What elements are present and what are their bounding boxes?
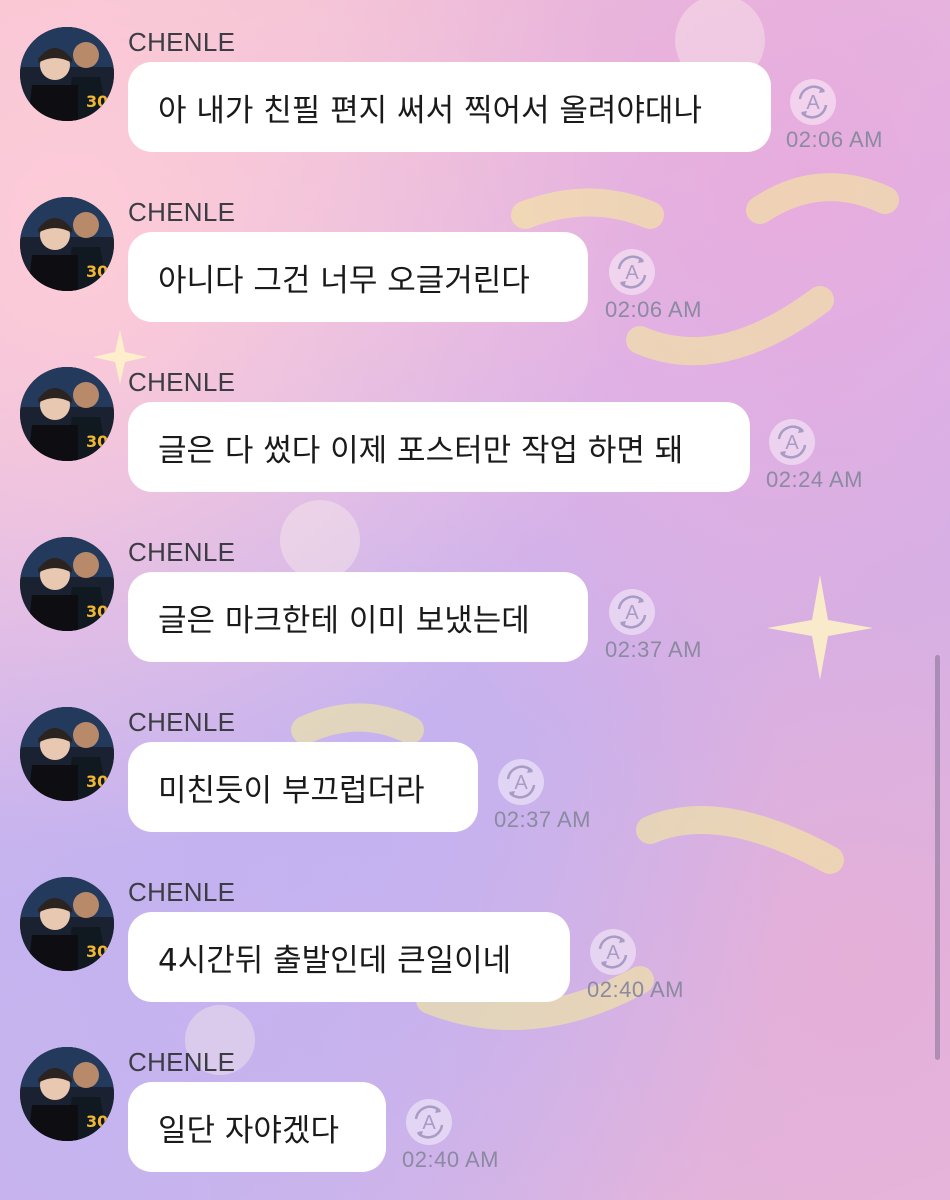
avatar[interactable]: 30 (20, 1047, 114, 1141)
chat-message: 30 CHENLE 일단 자야겠다 A 02:40 AM (0, 1047, 950, 1197)
message-timestamp: 02:37 AM (494, 807, 591, 832)
message-bubble[interactable]: 아 내가 친필 편지 써서 찍어서 올려야대나 (128, 62, 771, 152)
message-bubble[interactable]: 미친듯이 부끄럽더라 (128, 742, 478, 832)
sender-name: CHENLE (128, 197, 236, 227)
chat-message: 30 CHENLE 4시간뒤 출발인데 큰일이네 A 02:40 AM (0, 877, 950, 1027)
avatar[interactable]: 30 (20, 537, 114, 631)
message-bubble[interactable]: 4시간뒤 출발인데 큰일이네 (128, 912, 570, 1002)
svg-text:A: A (785, 432, 799, 454)
sender-name: CHENLE (128, 877, 236, 907)
chat-message: 30 CHENLE 아 내가 친필 편지 써서 찍어서 올려야대나 A 02:0… (0, 27, 950, 177)
svg-text:A: A (606, 942, 620, 964)
message-text: 아 내가 친필 편지 써서 찍어서 올려야대나 (158, 92, 702, 129)
sender-name: CHENLE (128, 537, 236, 567)
message-timestamp: 02:37 AM (605, 637, 702, 662)
svg-text:A: A (806, 92, 820, 114)
message-text: 일단 자야겠다 (158, 1112, 339, 1149)
sender-name: CHENLE (128, 1047, 236, 1077)
auto-translate-icon[interactable]: A (767, 417, 817, 467)
auto-translate-icon[interactable]: A (404, 1097, 454, 1147)
message-bubble[interactable]: 일단 자야겠다 (128, 1082, 386, 1172)
sender-name: CHENLE (128, 367, 236, 397)
auto-translate-icon[interactable]: A (588, 927, 638, 977)
svg-text:30: 30 (86, 432, 108, 451)
avatar[interactable]: 30 (20, 27, 114, 121)
svg-text:30: 30 (86, 1112, 108, 1131)
svg-text:30: 30 (86, 602, 108, 621)
sender-name: CHENLE (128, 27, 236, 57)
sender-name: CHENLE (128, 707, 236, 737)
avatar[interactable]: 30 (20, 197, 114, 291)
message-timestamp: 02:06 AM (605, 297, 702, 322)
message-bubble[interactable]: 글은 마크한테 이미 보냈는데 (128, 572, 588, 662)
message-timestamp: 02:40 AM (587, 977, 684, 1002)
svg-text:30: 30 (86, 92, 108, 111)
message-text: 아니다 그건 너무 오글거린다 (158, 262, 530, 299)
svg-text:A: A (625, 262, 639, 284)
chat-message: 30 CHENLE 미친듯이 부끄럽더라 A 02:37 AM (0, 707, 950, 857)
message-bubble[interactable]: 글은 다 썼다 이제 포스터만 작업 하면 돼 (128, 402, 750, 492)
message-timestamp: 02:06 AM (786, 127, 883, 152)
auto-translate-icon[interactable]: A (496, 757, 546, 807)
svg-text:A: A (514, 772, 528, 794)
svg-text:A: A (625, 602, 639, 624)
message-text: 4시간뒤 출발인데 큰일이네 (158, 942, 512, 979)
svg-text:30: 30 (86, 772, 108, 791)
auto-translate-icon[interactable]: A (788, 77, 838, 127)
chat-message: 30 CHENLE 아니다 그건 너무 오글거린다 A 02:06 AM (0, 197, 950, 347)
message-text: 미친듯이 부끄럽더라 (158, 772, 425, 809)
auto-translate-icon[interactable]: A (607, 587, 657, 637)
chat-message: 30 CHENLE 글은 마크한테 이미 보냈는데 A 02:37 AM (0, 537, 950, 687)
message-timestamp: 02:40 AM (402, 1147, 499, 1172)
svg-text:A: A (422, 1112, 436, 1134)
auto-translate-icon[interactable]: A (607, 247, 657, 297)
message-bubble[interactable]: 아니다 그건 너무 오글거린다 (128, 232, 588, 322)
message-text: 글은 다 썼다 이제 포스터만 작업 하면 돼 (158, 432, 684, 469)
avatar[interactable]: 30 (20, 707, 114, 801)
chat-message: 30 CHENLE 글은 다 썼다 이제 포스터만 작업 하면 돼 A 02:2… (0, 367, 950, 517)
avatar[interactable]: 30 (20, 877, 114, 971)
message-text: 글은 마크한테 이미 보냈는데 (158, 602, 530, 639)
svg-text:30: 30 (86, 262, 108, 281)
svg-text:30: 30 (86, 942, 108, 961)
avatar[interactable]: 30 (20, 367, 114, 461)
message-timestamp: 02:24 AM (766, 467, 863, 492)
